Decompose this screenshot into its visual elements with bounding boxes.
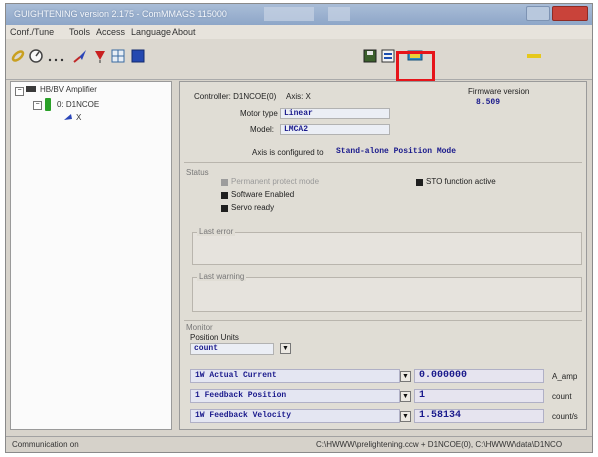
status-label: Servo ready — [231, 203, 275, 212]
gauge-icon[interactable] — [28, 48, 44, 64]
link-icon[interactable] — [10, 48, 26, 64]
motor-type-field: Linear — [280, 108, 390, 119]
status-led — [221, 205, 228, 212]
monitor-value: 0.000000 — [414, 369, 544, 383]
expand-icon[interactable]: − — [15, 87, 24, 96]
close-button[interactable] — [552, 6, 588, 21]
monitor-value: 1.58134 — [414, 409, 544, 423]
configured-mode: Stand-alone Position Mode — [336, 147, 457, 156]
status-label: Software Enabled — [231, 190, 295, 199]
monitor-unit: count — [552, 392, 572, 401]
monitor-signal-select[interactable]: 1W Feedback Velocity — [190, 409, 400, 423]
status-label: Permanent protect mode — [231, 177, 320, 186]
menu-conf-tune[interactable]: Conf./Tune — [10, 27, 54, 37]
menu-tools[interactable]: Tools — [69, 27, 90, 37]
status-group: Status Permanent protect mode Software E… — [186, 168, 580, 224]
menu-bar: Conf./Tune Tools Access Language About — [6, 25, 592, 39]
status-led — [221, 192, 228, 199]
divider — [184, 162, 582, 163]
monitor-signal-select[interactable]: 1 Feedback Position — [190, 389, 400, 403]
motor-type-label: Motor type — [240, 109, 278, 118]
monitor-unit: A_amp — [552, 372, 578, 381]
square-icon[interactable] — [130, 48, 146, 64]
chevron-down-icon[interactable]: ▼ — [280, 343, 291, 354]
menu-about[interactable]: About — [172, 27, 196, 37]
grid-icon[interactable] — [110, 48, 126, 64]
sto-label: STO function active — [426, 177, 496, 186]
model-field: LMCA2 — [280, 124, 390, 135]
monitor-title: Monitor — [186, 323, 213, 332]
status-right: C:\HWWW\prelightening.ccw + D1NCOE(0), C… — [316, 440, 563, 449]
sto-led — [416, 179, 423, 186]
axis-label: Axis: X — [286, 92, 311, 101]
position-units-select[interactable]: count — [190, 343, 274, 355]
title-bar[interactable]: GUIGHTENING version 2.175 - ComMMAGS 115… — [6, 4, 592, 25]
toolbar — [6, 39, 592, 82]
window-title: GUIGHTENING version 2.175 - ComMMAGS 115… — [14, 9, 227, 19]
chevron-down-icon[interactable]: ▼ — [400, 371, 411, 382]
dots-icon[interactable] — [46, 48, 66, 64]
axis-panel: Controller: D1NCOE(0) Axis: X Firmware v… — [179, 81, 587, 430]
menu-language[interactable]: Language — [131, 27, 171, 37]
expand-icon[interactable]: − — [33, 101, 42, 110]
divider — [184, 320, 582, 321]
monitor-unit: count/s — [552, 412, 578, 421]
chevron-down-icon[interactable]: ▼ — [400, 411, 411, 422]
position-units-label: Position Units — [190, 333, 239, 342]
configured-label: Axis is configured to — [252, 148, 324, 157]
model-label: Model: — [250, 125, 275, 134]
status-bar: Communication on C:\HWWW\prelightening.c… — [6, 436, 592, 452]
chevron-down-icon[interactable]: ▼ — [400, 391, 411, 402]
last-error-group: Last error — [192, 227, 582, 265]
highlight-box — [396, 51, 435, 82]
plane-icon[interactable] — [72, 48, 88, 64]
status-left: Communication on — [12, 440, 79, 449]
last-error-title: Last error — [197, 227, 236, 236]
amplifier-icon — [26, 86, 36, 92]
application-window: GUIGHTENING version 2.175 - ComMMAGS 115… — [5, 3, 593, 453]
firmware-value: 8.509 — [476, 98, 501, 107]
tree-axis[interactable]: X — [76, 113, 81, 122]
flag-icon[interactable] — [92, 48, 108, 64]
device-tree: − HB/BV Amplifier − 0: D1NCOE X — [10, 81, 172, 430]
save-icon[interactable] — [362, 48, 378, 64]
status-title: Status — [186, 168, 209, 177]
monitor-signal-select[interactable]: 1W Actual Current — [190, 369, 400, 383]
tree-root[interactable]: HB/BV Amplifier — [40, 85, 97, 94]
axis-icon — [63, 113, 73, 121]
transfer-icon[interactable] — [380, 48, 396, 64]
status-led — [221, 179, 228, 186]
key-icon[interactable] — [525, 48, 543, 64]
firmware-label: Firmware version — [468, 87, 530, 96]
monitor-value: 1 — [414, 389, 544, 403]
tree-controller[interactable]: 0: D1NCOE — [57, 100, 99, 109]
controller-label: Controller: D1NCOE(0) — [194, 92, 277, 101]
menu-access[interactable]: Access — [96, 27, 125, 37]
minimize-button[interactable] — [526, 6, 550, 21]
last-warning-title: Last warning — [197, 272, 247, 281]
last-warning-group: Last warning — [192, 272, 582, 312]
controller-icon — [45, 98, 51, 111]
